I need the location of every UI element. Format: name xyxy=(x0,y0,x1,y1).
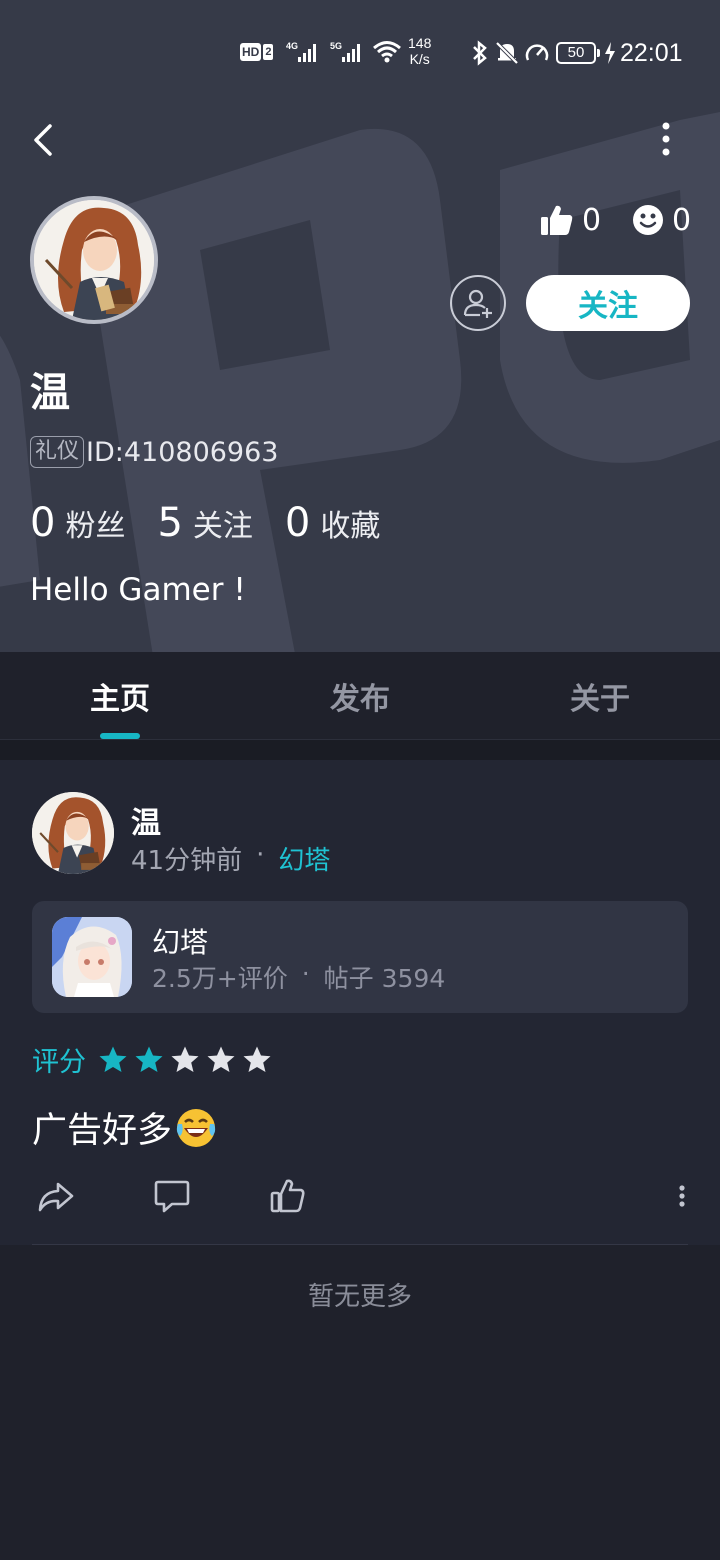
likes-count: 0 xyxy=(582,202,602,238)
post-time: 41分钟前 xyxy=(131,846,243,876)
star-empty-icon xyxy=(171,1046,199,1072)
game-name: 幻塔 xyxy=(152,926,209,959)
sim-label: 2 xyxy=(263,44,274,60)
stat-label: 关注 xyxy=(192,509,253,544)
post-content: 广告好多 xyxy=(32,1102,218,1153)
stat-value: 0 xyxy=(284,500,311,546)
stat-value: 5 xyxy=(157,500,183,546)
svg-text:4G: 4G xyxy=(286,41,298,51)
tab-about[interactable]: 关于 xyxy=(480,652,720,740)
likes-counter[interactable]: 0 xyxy=(540,198,601,242)
clock: 22:01 xyxy=(620,39,683,67)
stat-label: 粉丝 xyxy=(65,509,126,544)
post-actions xyxy=(0,1170,720,1220)
watermark-logo xyxy=(0,112,720,652)
tab-indicator xyxy=(100,733,140,739)
share-icon[interactable] xyxy=(36,1176,76,1216)
game-stats: 2.5万+评价 · 帖子 3594 xyxy=(152,959,445,995)
back-button[interactable] xyxy=(24,118,64,162)
rating-label: 评分 xyxy=(32,1047,86,1078)
like-icon[interactable] xyxy=(268,1176,308,1216)
stat-followers[interactable]: 0 粉丝 xyxy=(30,500,125,546)
wifi-icon xyxy=(373,41,401,63)
mute-icon xyxy=(495,41,519,65)
star-empty-icon xyxy=(207,1046,235,1072)
thumbs-up-icon xyxy=(541,205,573,235)
post-card[interactable]: 温 41分钟前 · 幻塔 幻塔 2.5万+评价 · 帖子 3594 评分 广告好… xyxy=(0,760,720,1245)
bluetooth-icon xyxy=(473,40,487,66)
game-reviews: 2.5万+评价 xyxy=(152,964,288,993)
profile-tabs: 主页 发布 关于 xyxy=(0,652,720,740)
star-empty-icon xyxy=(243,1046,271,1072)
profile-stats: 0 粉丝 5 关注 0 收藏 xyxy=(30,500,412,546)
network-speed: 148 K/s xyxy=(408,35,431,67)
svg-text:5G: 5G xyxy=(330,41,342,51)
tab-posts[interactable]: 发布 xyxy=(240,652,480,740)
game-art-icon xyxy=(52,917,132,997)
no-more-text: 暂无更多 xyxy=(307,1282,412,1312)
stat-favorites[interactable]: 0 收藏 xyxy=(285,500,380,546)
profile-name: 温 xyxy=(30,370,70,416)
signal-5g-icon: 5G xyxy=(330,41,360,62)
stat-value: 0 xyxy=(30,500,56,546)
rating-stars xyxy=(98,1045,278,1075)
post-author-avatar[interactable] xyxy=(32,792,114,874)
star-filled-icon xyxy=(99,1046,127,1072)
meta-separator: · xyxy=(256,840,265,870)
game-icon xyxy=(52,917,132,997)
game-posts: 帖子 3594 xyxy=(323,964,446,993)
id-row: 礼仪 ID:410806963 xyxy=(30,436,278,468)
speed-value: 148 xyxy=(408,35,432,51)
avatar-illustration xyxy=(32,792,114,874)
battery-indicator: 50 xyxy=(556,42,600,64)
speed-unit: K/s xyxy=(409,51,430,67)
post-meta: 41分钟前 · 幻塔 xyxy=(131,840,330,877)
post-text: 广告好多 xyxy=(32,1111,173,1151)
post-author-name[interactable]: 温 xyxy=(131,798,161,842)
reactions-count: 0 xyxy=(672,202,692,238)
user-id: ID:410806963 xyxy=(86,436,279,468)
more-options-button[interactable] xyxy=(650,118,682,162)
charging-icon xyxy=(605,42,615,64)
tab-home[interactable]: 主页 xyxy=(0,652,240,740)
profile-header: HD 2 4G 5G 148 K/s 50 22:01 0 0 关注 温 礼仪 … xyxy=(0,0,720,652)
meta-separator: · xyxy=(301,959,310,988)
status-bar: HD 2 4G 5G 148 K/s 50 22:01 xyxy=(0,30,720,76)
signal-4g-icon: 4G xyxy=(286,41,316,62)
comment-icon[interactable] xyxy=(152,1176,192,1216)
reactions-counter[interactable]: 0 xyxy=(632,198,691,242)
avatar-illustration xyxy=(34,200,154,320)
hd-indicator: HD 2 xyxy=(240,41,274,63)
add-friend-button[interactable] xyxy=(450,275,506,331)
section-gap xyxy=(0,740,720,760)
speed-gauge-icon xyxy=(525,44,549,61)
post-rating: 评分 xyxy=(32,1040,278,1079)
profile-bio: Hello Gamer ! xyxy=(30,572,246,608)
post-more-icon[interactable] xyxy=(662,1176,702,1216)
smile-icon xyxy=(633,205,663,235)
stat-label: 收藏 xyxy=(320,509,381,544)
star-filled-icon xyxy=(135,1046,163,1072)
stat-following[interactable]: 5 关注 xyxy=(157,500,252,546)
follow-button[interactable]: 关注 xyxy=(526,275,690,331)
laugh-cry-emoji-icon xyxy=(176,1108,216,1147)
game-card[interactable]: 幻塔 2.5万+评价 · 帖子 3594 xyxy=(32,901,688,1013)
post-divider xyxy=(32,1244,688,1245)
hd-label: HD xyxy=(240,43,262,61)
laughing-emoji xyxy=(174,1106,218,1150)
add-friend-icon xyxy=(463,289,492,318)
badge-tag: 礼仪 xyxy=(30,436,85,468)
profile-avatar[interactable] xyxy=(30,196,158,324)
post-game-link[interactable]: 幻塔 xyxy=(278,840,330,877)
